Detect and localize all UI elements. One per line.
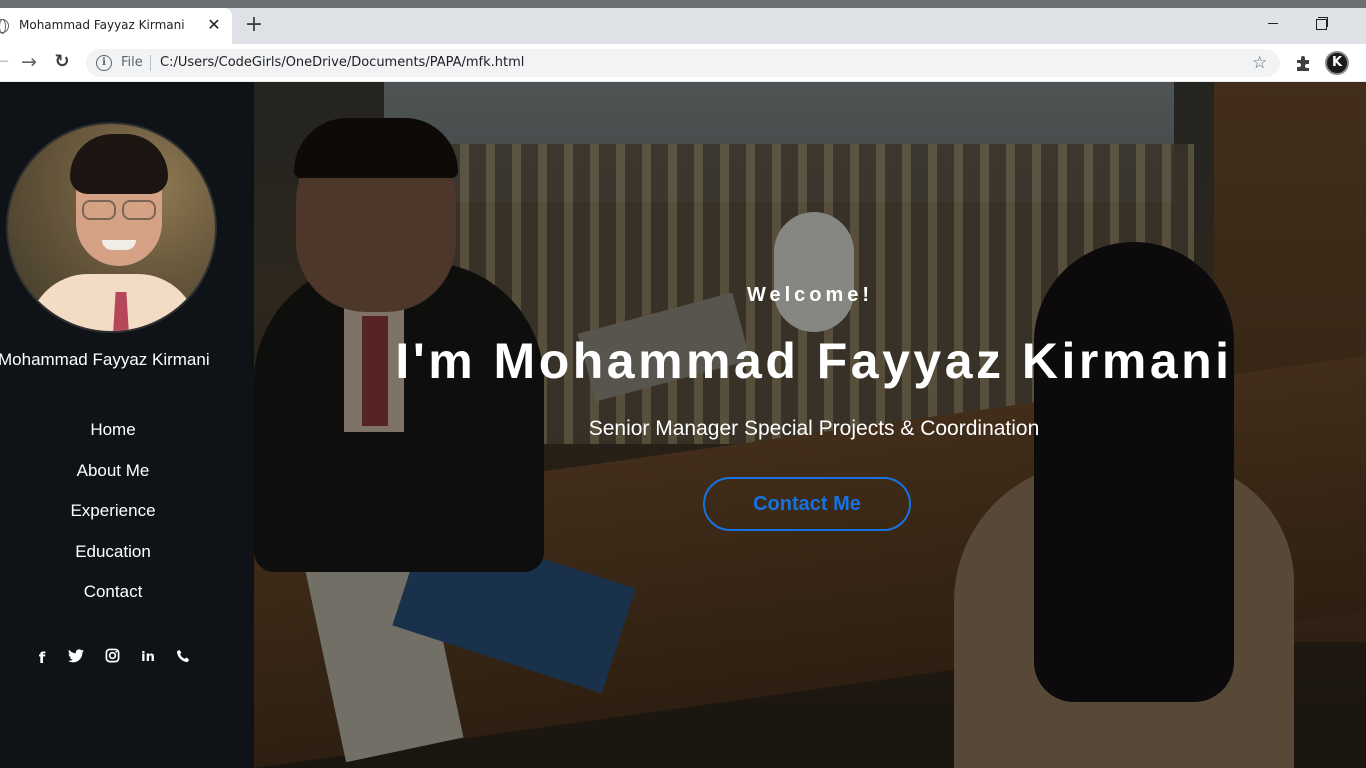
window-top-strip [0, 0, 1366, 8]
new-tab-button[interactable]: + [243, 12, 265, 38]
facebook-icon[interactable]: f [32, 648, 52, 668]
url-text[interactable]: C:/Users/CodeGirls/OneDrive/Documents/PA… [160, 55, 524, 70]
browser-toolbar: ← → ↻ i File C:/Users/CodeGirls/OneDrive… [0, 44, 1366, 82]
nav-education[interactable]: Education [0, 540, 226, 581]
nav-experience[interactable]: Experience [0, 499, 226, 540]
hero-subtitle: Senior Manager Special Projects & Coordi… [588, 417, 1040, 440]
linkedin-icon[interactable]: in [138, 648, 158, 668]
browser-tab[interactable]: Mohammad Fayyaz Kirmani ✕ [0, 8, 232, 44]
nav-contact[interactable]: Contact [0, 580, 226, 621]
instagram-icon[interactable] [102, 648, 122, 668]
divider [150, 55, 151, 71]
close-tab-icon[interactable]: ✕ [205, 15, 223, 35]
reload-icon[interactable]: ↻ [51, 51, 73, 73]
tab-bar: Mohammad Fayyaz Kirmani ✕ + [0, 8, 1366, 44]
tab-title: Mohammad Fayyaz Kirmani [19, 18, 185, 32]
url-scheme: File [121, 55, 143, 70]
profile-avatar[interactable]: K [1325, 51, 1349, 75]
profile-name: Mohammad Fayyaz Kirmani [0, 350, 210, 369]
sidebar-nav: Home About Me Experience Education Conta… [0, 418, 226, 621]
contact-me-button[interactable]: Contact Me [703, 477, 911, 531]
nav-home[interactable]: Home [0, 418, 226, 459]
bookmark-star-icon[interactable]: ☆ [1252, 52, 1267, 74]
sidebar: Mohammad Fayyaz Kirmani Home About Me Ex… [0, 82, 254, 768]
forward-icon[interactable]: → [18, 51, 40, 73]
minimize-button[interactable] [1250, 8, 1296, 38]
extensions-icon[interactable] [1294, 54, 1312, 72]
twitter-icon[interactable] [66, 648, 86, 668]
social-links: f in [30, 648, 200, 668]
back-icon[interactable]: ← [0, 51, 12, 73]
globe-icon [0, 19, 9, 34]
info-icon[interactable]: i [96, 55, 112, 71]
hero-headline: I'm Mohammad Fayyaz Kirmani [395, 333, 1233, 389]
welcome-text: Welcome! [746, 284, 874, 306]
nav-about-me[interactable]: About Me [0, 459, 226, 500]
phone-icon[interactable] [173, 648, 193, 668]
address-bar[interactable]: i File C:/Users/CodeGirls/OneDrive/Docum… [86, 49, 1280, 77]
profile-photo [6, 122, 217, 333]
restore-button[interactable] [1298, 8, 1344, 38]
